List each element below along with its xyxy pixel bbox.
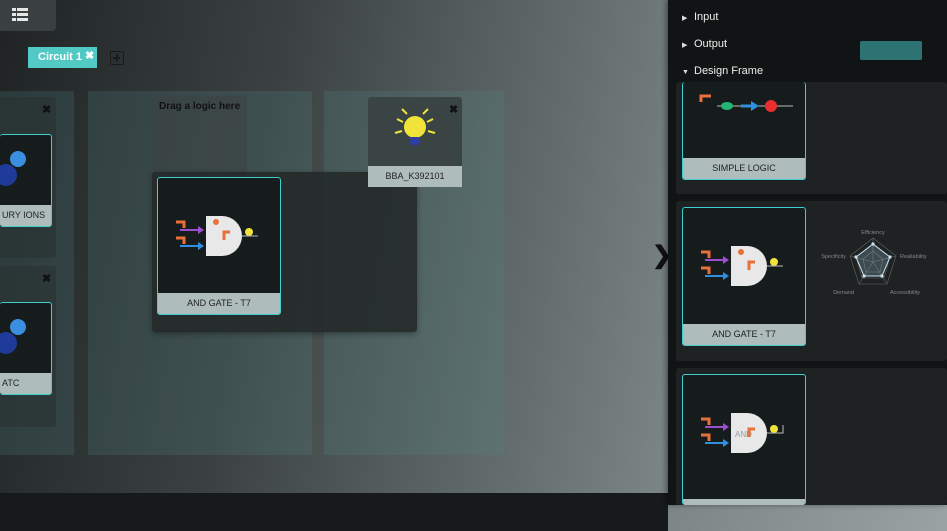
chevron-down-icon: ▼ — [682, 69, 689, 76]
radar-chart: Efficiency Realiability Accessibility De… — [821, 230, 927, 296]
simple-logic-card[interactable]: SIMPLE LOGIC — [682, 82, 806, 180]
and-gate-labeled-icon: AND — [701, 413, 784, 453]
tab-close-icon[interactable]: ✖ — [85, 49, 94, 62]
lightbulb-card-label: BBA_K392101 — [368, 166, 462, 187]
sidebar-and-gate-card[interactable]: AND GATE - T7 — [682, 207, 806, 346]
left-card-2-label: ATC — [0, 373, 51, 394]
drop-zone-text: Drag a logic here — [159, 101, 241, 112]
and-gate-card[interactable]: AND GATE - T7 — [157, 177, 281, 315]
sidebar-item-label: Output — [694, 38, 728, 50]
and-gate-icon — [701, 246, 783, 286]
lightbulb-card[interactable]: ✖ BBA_K392101 — [368, 97, 462, 187]
radar-axis-label: Specificity — [821, 254, 846, 260]
sidebar-item-design-frame[interactable]: ▼ Design Frame — [682, 65, 763, 77]
lightbulb-icon — [394, 108, 436, 145]
sidebar-and-card[interactable]: AND — [682, 374, 806, 505]
bottom-bar — [0, 493, 668, 531]
simple-logic-label: SIMPLE LOGIC — [683, 158, 805, 179]
left-card-1-close-icon[interactable]: ✖ — [42, 103, 51, 116]
radar-axis-label: Demand — [833, 290, 854, 296]
simple-logic-icon — [699, 94, 793, 112]
chevron-right-icon: ▶ — [682, 42, 688, 49]
action-button[interactable] — [860, 41, 922, 60]
left-card-2[interactable]: ATC — [0, 302, 52, 395]
sidebar-item-label: Input — [694, 11, 719, 23]
radar-axis-label: Accessibility — [890, 290, 920, 296]
and-gate-card-label: AND GATE - T7 — [158, 293, 280, 314]
sidebar-item-input[interactable]: ▶ Input — [682, 11, 718, 23]
right-sidebar: ▶ Input ▶ Output ▼ Design Frame SIMPLE LOGI… — [668, 0, 947, 505]
chevron-right-icon: ▶ — [682, 15, 688, 22]
left-card-1-label: URY IONS — [0, 205, 51, 226]
and-gate-icon — [176, 216, 258, 256]
menu-button[interactable] — [0, 0, 56, 31]
sidebar-and-gate-label: AND GATE - T7 — [683, 324, 805, 345]
logic-circles-icon — [0, 319, 26, 354]
tab-circuit-1[interactable]: Circuit 1 ✖ — [28, 47, 97, 68]
left-card-1[interactable]: URY IONS — [0, 134, 52, 227]
sidebar-item-output[interactable]: ▶ Output — [682, 38, 727, 50]
lightbulb-card-close-icon[interactable]: ✖ — [449, 103, 458, 116]
logic-circles-icon — [0, 151, 26, 186]
sidebar-and-card-label-strip — [683, 499, 805, 505]
plus-box-icon[interactable] — [110, 51, 124, 65]
tab-label: Circuit 1 — [38, 51, 83, 63]
grid-list-icon — [12, 8, 28, 21]
sidebar-item-label: Design Frame — [694, 65, 764, 77]
left-card-2-close-icon[interactable]: ✖ — [42, 272, 51, 285]
radar-axis-label: Efficiency — [861, 230, 885, 236]
radar-axis-label: Realiability — [900, 254, 927, 260]
